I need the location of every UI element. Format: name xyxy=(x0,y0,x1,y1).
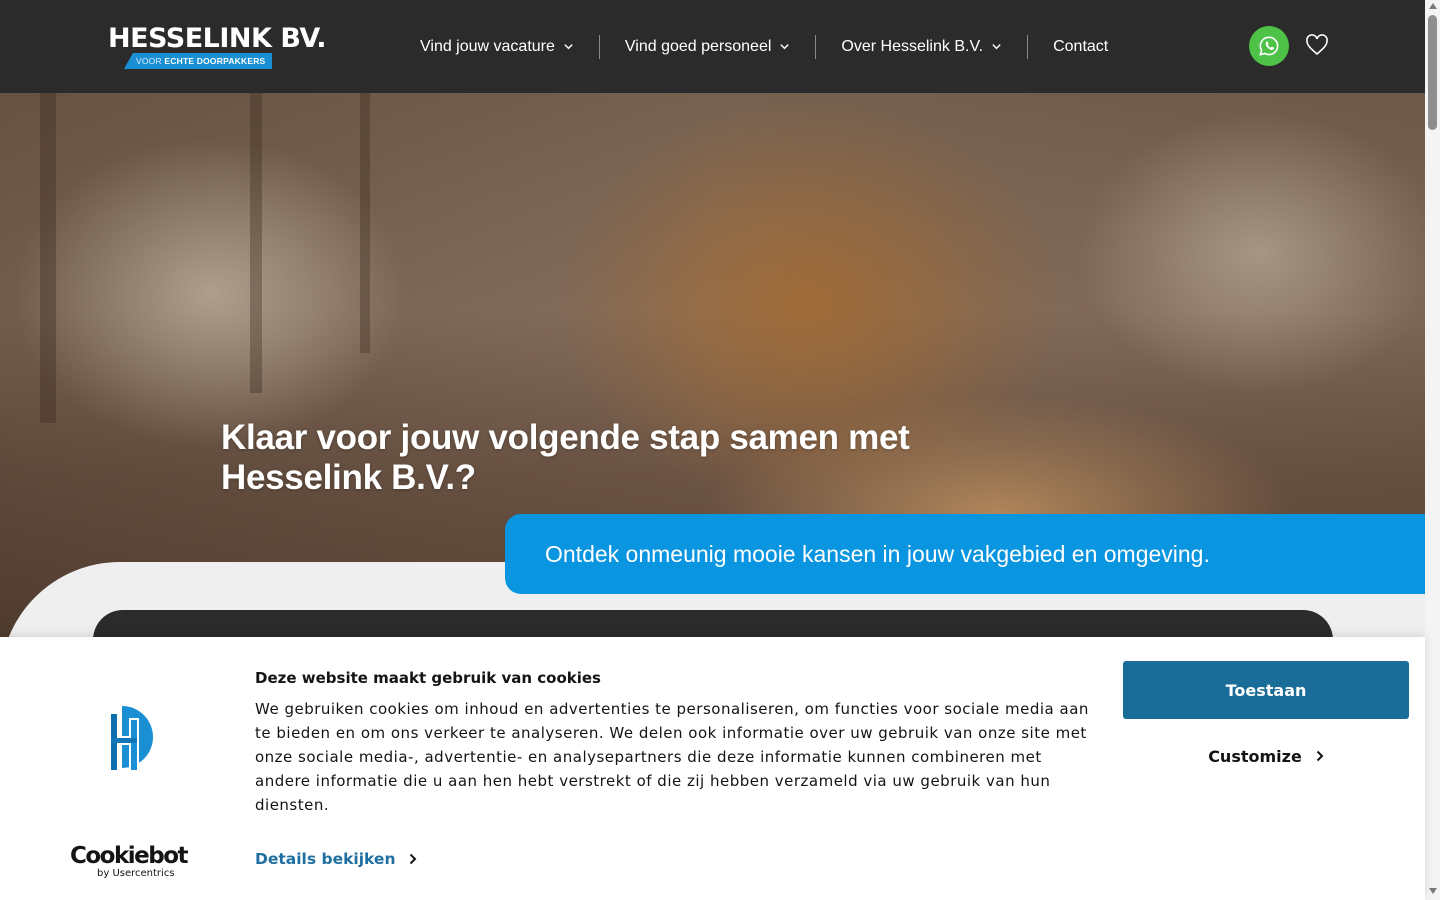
customize-button-label: Customize xyxy=(1208,746,1302,766)
logo-tagline-light: VOOR xyxy=(136,56,162,66)
hero-section: Klaar voor jouw volgende stap samen met … xyxy=(0,93,1425,638)
nav-item-contact[interactable]: Contact xyxy=(1053,35,1108,59)
scroll-down-arrow-icon[interactable] xyxy=(1429,888,1437,894)
logo-brand-text: HESSELINK BV. xyxy=(108,23,327,54)
logo-tagline-bold: ECHTE DOORPAKKERS xyxy=(164,56,266,66)
nav-item-vacatures[interactable]: Vind jouw vacature xyxy=(420,35,574,59)
scroll-thumb[interactable] xyxy=(1428,15,1437,130)
cookie-title: Deze website maakt gebruik van cookies xyxy=(255,669,601,687)
cookie-banner: Cookiebot by Usercentrics Deze website m… xyxy=(0,637,1425,900)
nav-item-over[interactable]: Over Hesselink B.V. xyxy=(841,35,1002,59)
search-panel xyxy=(93,610,1333,638)
details-link[interactable]: Details bekijken xyxy=(255,850,417,868)
favorites-button[interactable] xyxy=(1305,34,1329,56)
cookie-description: We gebruiken cookies om inhoud en advert… xyxy=(255,700,1089,814)
heart-icon xyxy=(1306,34,1328,56)
nav-divider xyxy=(1027,34,1029,59)
nav-item-personeel[interactable]: Vind goed personeel xyxy=(625,35,791,59)
chevron-down-icon xyxy=(780,44,790,50)
page-scrollbar[interactable] xyxy=(1425,0,1440,900)
site-header: HESSELINK BV. VOOR ECHTE DOORPAKKERS Vin… xyxy=(0,0,1425,93)
cookiebot-name: Cookiebot xyxy=(70,843,189,869)
hero-banner: Ontdek onmeunig mooie kansen in jouw vak… xyxy=(505,514,1425,594)
hero-title: Klaar voor jouw volgende stap samen met … xyxy=(221,418,910,497)
chevron-right-icon xyxy=(410,853,417,865)
main-nav: Vind jouw vacature Vind goed personeel O… xyxy=(420,0,1108,93)
whatsapp-icon xyxy=(1259,36,1279,56)
chevron-down-icon xyxy=(992,44,1001,50)
chevron-down-icon xyxy=(564,44,573,50)
logo-tagline: VOOR ECHTE DOORPAKKERS xyxy=(124,53,272,69)
cookiebot-logo[interactable]: Cookiebot by Usercentrics xyxy=(70,843,189,880)
nav-item-label: Vind jouw vacature xyxy=(420,37,555,55)
nav-item-label: Contact xyxy=(1053,37,1109,55)
nav-item-label: Over Hesselink B.V. xyxy=(841,37,984,55)
scroll-up-arrow-icon[interactable] xyxy=(1429,3,1437,9)
allow-cookies-button[interactable]: Toestaan xyxy=(1123,661,1409,719)
customize-button[interactable]: Customize xyxy=(1123,737,1409,775)
details-link-label: Details bekijken xyxy=(255,850,396,868)
cookiebot-by-usercentrics: by Usercentrics xyxy=(97,868,175,879)
chevron-right-icon xyxy=(1316,750,1324,762)
nav-divider xyxy=(815,34,817,59)
hesselink-h-logo-icon xyxy=(90,706,153,772)
nav-divider xyxy=(598,34,600,59)
nav-item-label: Vind goed personeel xyxy=(624,37,772,55)
hesselink-logo[interactable]: HESSELINK BV. VOOR ECHTE DOORPAKKERS xyxy=(108,22,327,72)
whatsapp-button[interactable] xyxy=(1249,26,1289,66)
